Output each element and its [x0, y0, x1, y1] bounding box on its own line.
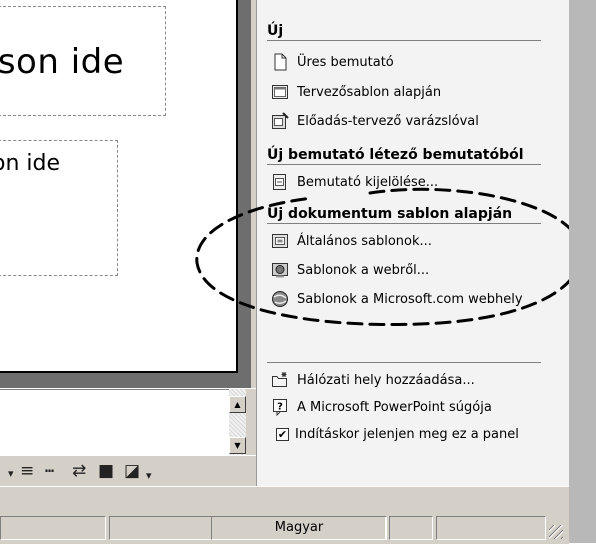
section-heading-from-template: Új dokumentum sablon alapján — [267, 205, 541, 224]
task-pane-separator — [267, 362, 541, 363]
design-template-icon — [271, 83, 289, 101]
blank-page-icon — [271, 53, 289, 71]
body-placeholder-text: on ide — [0, 151, 61, 176]
from-design-template-link[interactable]: Tervezősablon alapján — [271, 82, 441, 102]
add-network-place-icon — [271, 371, 289, 389]
microsoft-globe-icon — [271, 290, 289, 308]
wizard-icon — [271, 112, 289, 130]
arrow-style-icon[interactable]: ⇄ — [72, 462, 86, 480]
resize-grip-icon[interactable] — [549, 525, 563, 539]
status-cell-slide — [0, 516, 106, 540]
slide-canvas[interactable]: tson ide on ide — [0, 0, 238, 373]
3d-style-icon[interactable]: ◪ — [124, 462, 140, 480]
notes-pane-edge — [246, 389, 256, 455]
shadow-style-icon[interactable]: ■ — [98, 462, 114, 480]
title-placeholder-text: tson ide — [0, 42, 125, 82]
templates-from-web-link[interactable]: Sablonok a webről... — [271, 260, 429, 280]
scroll-down-button[interactable]: ▼ — [229, 437, 246, 454]
section-heading-new: Új — [267, 22, 541, 41]
choose-presentation-link[interactable]: Bemutató kijelölése... — [271, 172, 438, 192]
toolbar-options-icon[interactable]: ▾ — [146, 467, 152, 485]
dash-style-icon[interactable]: ┅ — [45, 462, 54, 480]
slide-editor: tson ide on ide — [0, 0, 251, 388]
status-language: Magyar — [211, 516, 387, 540]
font-color-dropdown-icon[interactable]: ▾ — [8, 465, 14, 483]
notes-scrollbar[interactable]: ▲ ▼ — [229, 389, 246, 455]
window-edge — [569, 0, 596, 543]
general-templates-icon — [271, 232, 289, 250]
scroll-up-button[interactable]: ▲ — [229, 396, 246, 413]
status-cell-extra — [389, 516, 433, 540]
add-network-place-link[interactable]: Hálózati hely hozzáadása... — [271, 370, 475, 390]
web-templates-icon — [271, 261, 289, 279]
drawing-toolbar: ▾ ≡ ┅ ⇄ ■ ◪ ▾ — [0, 455, 256, 487]
powerpoint-help-link[interactable]: ? A Microsoft PowerPoint súgója — [271, 397, 492, 417]
autocontent-wizard-link[interactable]: Előadás-tervező varázslóval — [271, 111, 479, 131]
new-blank-presentation-link[interactable]: Üres bemutató — [271, 52, 394, 72]
help-icon: ? — [271, 398, 289, 417]
general-templates-link[interactable]: Általános sablonok... — [271, 231, 432, 251]
status-bar: Magyar — [0, 486, 569, 544]
title-placeholder[interactable]: tson ide — [0, 6, 166, 116]
show-at-startup-option[interactable]: ✔ Indításkor jelenjen meg ez a panel — [271, 424, 519, 444]
section-heading-from-existing: Új bemutató létező bemutatóból — [267, 146, 541, 165]
task-pane: Új Üres bemutató Tervezősablon alapján E… — [195, 0, 583, 486]
body-placeholder[interactable]: on ide — [0, 140, 118, 276]
templates-microsoft-com-link[interactable]: Sablonok a Microsoft.com webhely — [271, 289, 523, 309]
show-at-startup-checkbox[interactable]: ✔ — [276, 427, 289, 441]
svg-text:?: ? — [277, 402, 283, 413]
line-style-icon[interactable]: ≡ — [20, 462, 34, 480]
choose-presentation-icon — [271, 173, 289, 191]
status-cell-blank — [436, 516, 546, 540]
notes-pane[interactable] — [0, 389, 229, 456]
